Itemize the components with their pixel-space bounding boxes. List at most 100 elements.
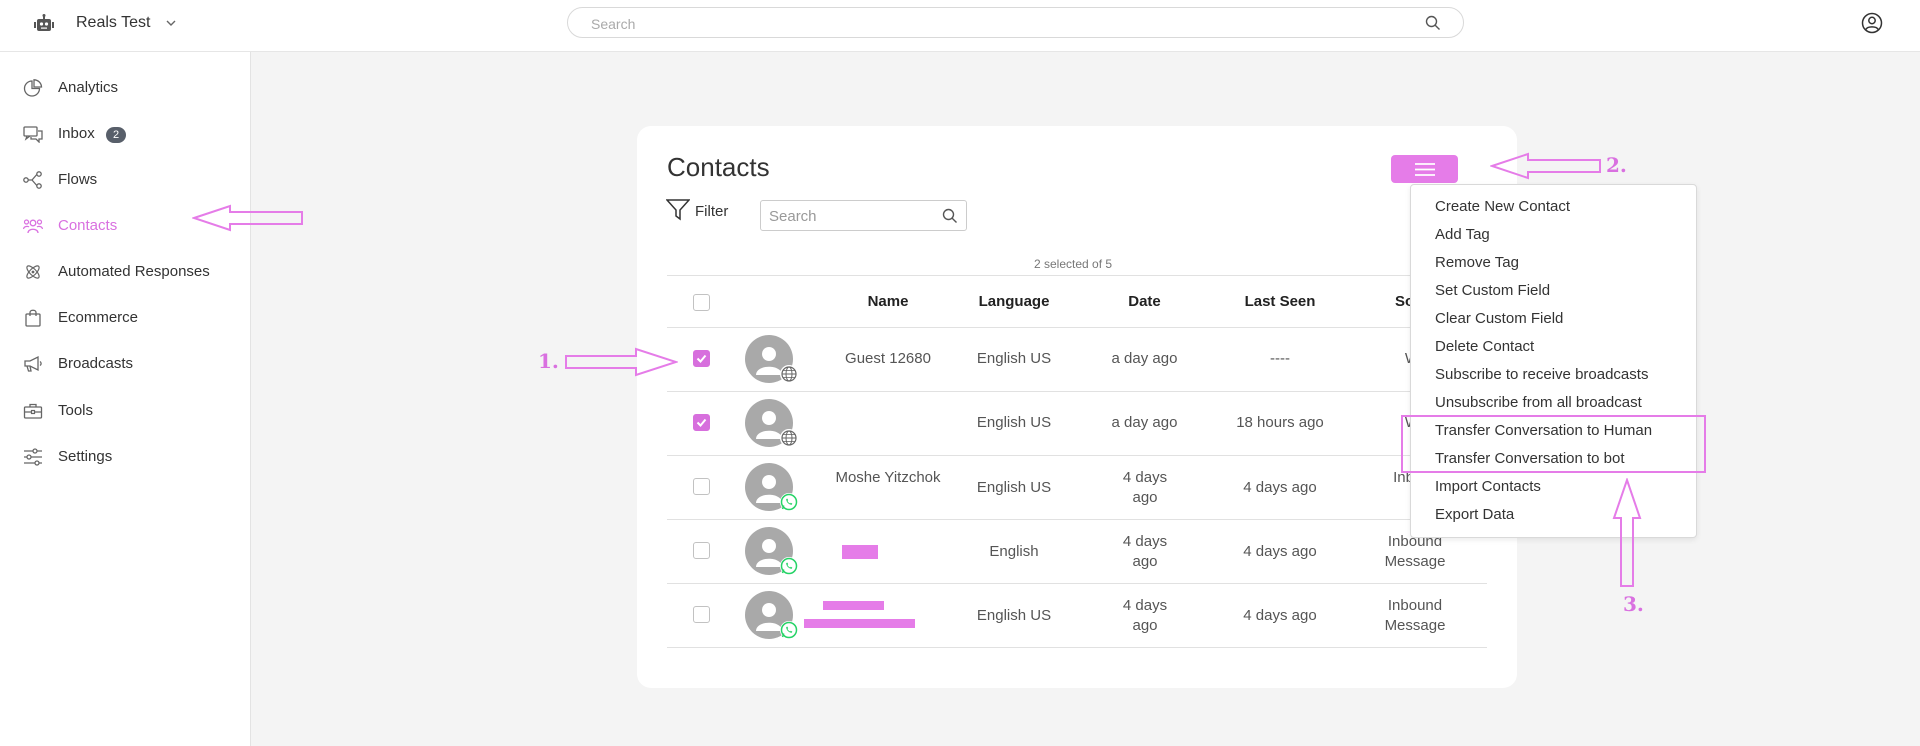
bulk-actions-dropdown: Create New Contact Add Tag Remove Tag Se…: [1410, 184, 1697, 538]
search-icon[interactable]: [942, 208, 958, 224]
inbox-chat-icon: [23, 126, 43, 143]
sidebar: Analytics Inbox 2 Flows Contacts Automat…: [0, 52, 251, 746]
row-checkbox[interactable]: [693, 414, 710, 431]
shopping-bag-icon: [25, 309, 41, 327]
toolbox-icon: [23, 403, 43, 419]
sidebar-item-automated-responses[interactable]: Automated Responses: [0, 251, 250, 291]
atom-icon: [26, 265, 40, 279]
redacted-name: [804, 619, 915, 628]
menu-item-add-tag[interactable]: Add Tag: [1435, 226, 1490, 243]
select-all-checkbox[interactable]: [693, 294, 710, 311]
megaphone-icon: [24, 355, 42, 372]
menu-item-create-new-contact[interactable]: Create New Contact: [1435, 198, 1570, 215]
bot-icon[interactable]: [33, 13, 55, 35]
redacted-name: [842, 545, 878, 559]
menu-item-unsubscribe-broadcasts[interactable]: Unsubscribe from all broadcast: [1435, 394, 1642, 411]
whatsapp-icon: [780, 621, 798, 639]
contacts-search-input[interactable]: [767, 207, 941, 226]
hamburger-menu-icon: [1415, 163, 1435, 176]
workspace-name[interactable]: Reals Test: [76, 14, 150, 32]
sidebar-item-label: Flows: [58, 171, 98, 188]
menu-item-set-custom-field[interactable]: Set Custom Field: [1435, 282, 1550, 299]
sidebar-item-settings[interactable]: Settings: [0, 436, 250, 476]
contact-date: 4 days ago: [1122, 469, 1168, 506]
menu-item-export-data[interactable]: Export Data: [1435, 506, 1514, 523]
menu-item-remove-tag[interactable]: Remove Tag: [1435, 254, 1519, 271]
contacts-icon: [23, 219, 43, 234]
sidebar-item-tools[interactable]: Tools: [0, 390, 250, 430]
column-header-name[interactable]: Name: [833, 293, 943, 310]
table-row[interactable]: Guest 12680 English US a day ago ---- We: [637, 328, 1517, 392]
chevron-down-icon[interactable]: [164, 16, 178, 30]
row-checkbox[interactable]: [693, 478, 710, 495]
divider: [667, 275, 1487, 276]
menu-item-import-contacts[interactable]: Import Contacts: [1435, 478, 1541, 495]
contact-date: 4 days ago: [1122, 533, 1168, 570]
sidebar-item-label: Broadcasts: [58, 355, 134, 372]
inbox-count-badge: 2: [106, 127, 126, 143]
table-row[interactable]: Moshe Yitzchok English US 4 days ago 4 d…: [637, 456, 1517, 520]
annotation-step-3: 3.: [1623, 592, 1644, 616]
contact-date: 4 days ago: [1122, 597, 1168, 634]
contact-language: English: [989, 543, 1039, 560]
global-search[interactable]: [567, 7, 1464, 38]
page-title: Contacts: [667, 152, 770, 182]
contact-language: English US: [976, 479, 1052, 496]
sidebar-item-label: Settings: [58, 448, 113, 465]
column-header-date[interactable]: Date: [1082, 293, 1207, 310]
contact-name[interactable]: Moshe Yitzchok: [813, 468, 963, 488]
contact-source: Inbound Message: [1384, 597, 1446, 634]
sidebar-item-broadcasts[interactable]: Broadcasts: [0, 343, 250, 383]
menu-item-delete-contact[interactable]: Delete Contact: [1435, 338, 1534, 355]
checkmark-icon: [696, 418, 707, 427]
contact-source: Inbound Message: [1384, 533, 1446, 570]
bulk-actions-menu-button[interactable]: [1391, 155, 1458, 183]
contact-last-seen: 4 days ago: [1243, 607, 1317, 624]
selected-count: 2 selected of 5: [1034, 257, 1113, 271]
sidebar-item-label: Analytics: [58, 79, 119, 96]
table-row[interactable]: English US a day ago 18 hours ago We: [637, 392, 1517, 456]
annotation-arrow-left: [1490, 152, 1601, 180]
table-row[interactable]: English US 4 days ago 4 days ago Inbound…: [637, 584, 1517, 648]
row-checkbox[interactable]: [693, 606, 710, 623]
contact-name[interactable]: Guest 12680: [813, 349, 963, 369]
filter-label: Filter: [695, 203, 729, 220]
redacted-name: [823, 601, 884, 610]
web-channel-icon: [780, 429, 798, 447]
sidebar-item-label: Tools: [58, 402, 94, 419]
contact-language: English US: [976, 414, 1052, 431]
row-checkbox[interactable]: [693, 350, 710, 367]
user-account-icon[interactable]: [1861, 12, 1883, 34]
column-header-last-seen[interactable]: Last Seen: [1215, 293, 1345, 310]
divider: [667, 647, 1487, 648]
contact-last-seen: 4 days ago: [1243, 543, 1317, 560]
whatsapp-icon: [780, 493, 798, 511]
pie-chart-icon: [23, 79, 43, 97]
sidebar-item-flows[interactable]: Flows: [0, 159, 250, 199]
sidebar-item-inbox[interactable]: Inbox 2: [0, 113, 250, 153]
top-bar: Reals Test: [0, 0, 1920, 52]
column-header-language[interactable]: Language: [952, 293, 1076, 310]
search-icon[interactable]: [1425, 15, 1441, 31]
global-search-input[interactable]: [589, 15, 1393, 33]
filter-icon: [666, 199, 690, 221]
menu-item-subscribe-broadcasts[interactable]: Subscribe to receive broadcasts: [1435, 366, 1648, 383]
sidebar-item-ecommerce[interactable]: Ecommerce: [0, 297, 250, 337]
sidebar-item-label: Ecommerce: [58, 309, 139, 326]
whatsapp-icon: [780, 557, 798, 575]
annotation-step-1: 1.: [538, 349, 559, 373]
table-row[interactable]: English 4 days ago 4 days ago Inbound Me…: [637, 520, 1517, 584]
contact-date: a day ago: [1111, 350, 1178, 367]
contacts-search[interactable]: [760, 200, 967, 231]
web-channel-icon: [780, 365, 798, 383]
highlight-box-transfer-options: [1401, 415, 1706, 473]
sidebar-item-label: Contacts: [58, 217, 118, 234]
annotation-arrow-right: [565, 347, 678, 377]
menu-item-clear-custom-field[interactable]: Clear Custom Field: [1435, 310, 1563, 327]
checkmark-icon: [696, 354, 707, 363]
contact-language: English US: [976, 607, 1052, 624]
contacts-card: Contacts Filter 2 selected of 5 Name Lan…: [637, 126, 1517, 688]
row-checkbox[interactable]: [693, 542, 710, 559]
sidebar-item-label: Automated Responses: [58, 263, 210, 280]
sidebar-item-analytics[interactable]: Analytics: [0, 67, 250, 107]
